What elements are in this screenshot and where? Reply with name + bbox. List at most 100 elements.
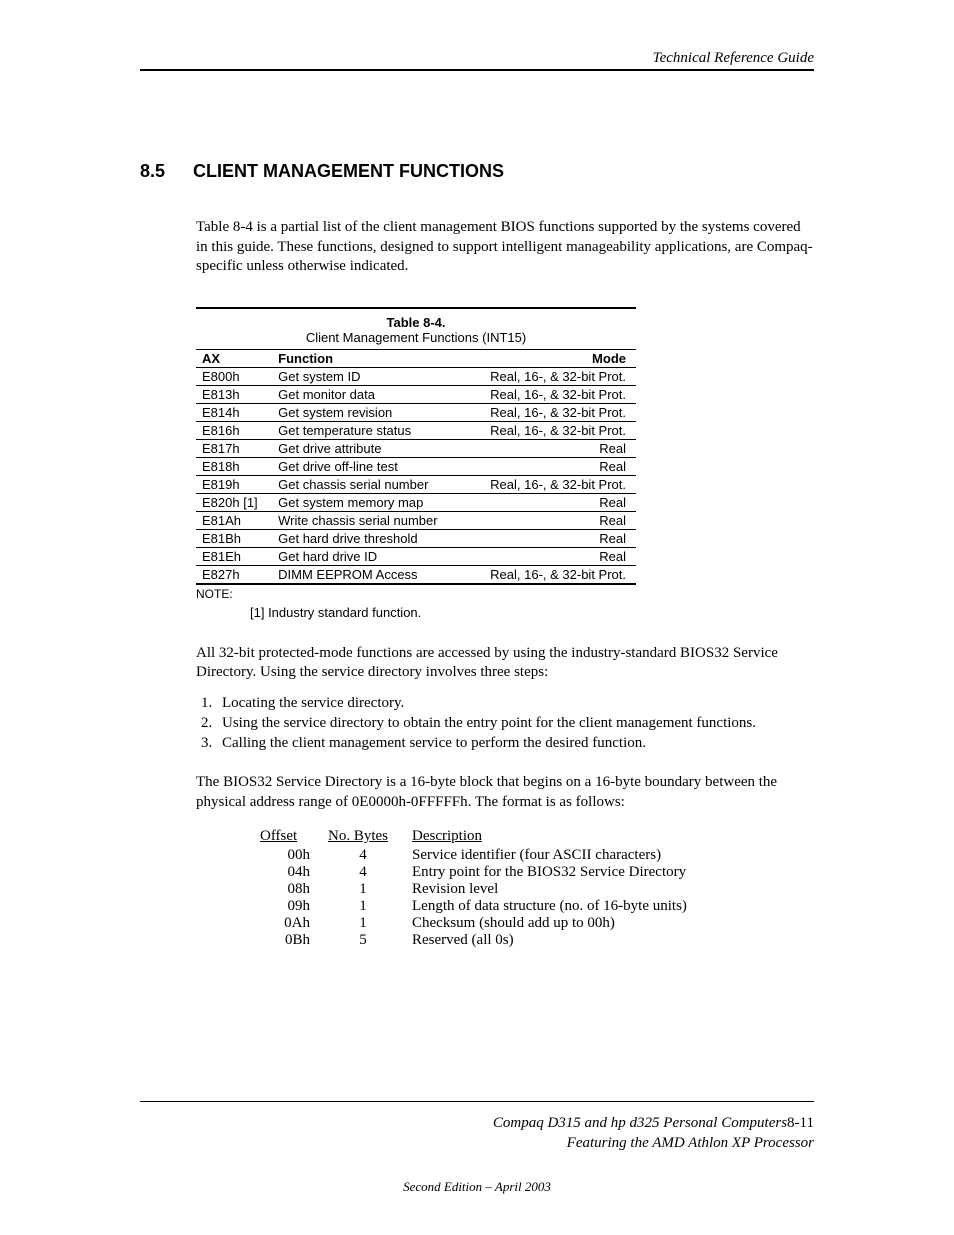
cell-desc: Revision level	[412, 881, 701, 898]
cell-desc: Checksum (should add up to 00h)	[412, 915, 701, 932]
cell-function: Get system ID	[272, 367, 465, 385]
cell-function: Get hard drive threshold	[272, 529, 465, 547]
intro-paragraph: Table 8-4 is a partial list of the clien…	[196, 218, 814, 277]
cell-mode: Real	[465, 511, 636, 529]
table-row: E81EhGet hard drive IDReal	[196, 547, 636, 565]
cell-ax: E819h	[196, 475, 272, 493]
offset-col-desc: Description	[412, 828, 701, 847]
list-item: Using the service directory to obtain th…	[216, 713, 814, 733]
cell-offset: 00h	[260, 847, 328, 864]
list-item: Calling the client management service to…	[216, 733, 814, 753]
cell-ax: E818h	[196, 457, 272, 475]
footer-rule	[140, 1101, 814, 1102]
list-item: Locating the service directory.	[216, 693, 814, 713]
cell-ax: E81Bh	[196, 529, 272, 547]
cell-mode: Real	[465, 493, 636, 511]
footer-line2: Featuring the AMD Athlon XP Processor	[567, 1135, 814, 1151]
table-row: 0Ah1Checksum (should add up to 00h)	[260, 915, 701, 932]
cell-mode: Real	[465, 547, 636, 565]
cell-mode: Real	[465, 529, 636, 547]
cell-function: Get hard drive ID	[272, 547, 465, 565]
table-row: E819hGet chassis serial numberReal, 16-,…	[196, 475, 636, 493]
table-row: 04h4Entry point for the BIOS32 Service D…	[260, 864, 701, 881]
cell-mode: Real, 16-, & 32-bit Prot.	[465, 421, 636, 439]
cell-ax: E827h	[196, 565, 272, 584]
cell-bytes: 1	[328, 881, 412, 898]
header-title: Technical Reference Guide	[653, 50, 814, 66]
cell-mode: Real	[465, 439, 636, 457]
table-row: 00h4Service identifier (four ASCII chara…	[260, 847, 701, 864]
cell-ax: E813h	[196, 385, 272, 403]
table-row: 09h1Length of data structure (no. of 16-…	[260, 898, 701, 915]
table-row: E818hGet drive off-line testReal	[196, 457, 636, 475]
col-ax: AX	[196, 349, 272, 367]
cell-ax: E816h	[196, 421, 272, 439]
cell-mode: Real, 16-, & 32-bit Prot.	[465, 565, 636, 584]
table-row: E800hGet system IDReal, 16-, & 32-bit Pr…	[196, 367, 636, 385]
cell-offset: 09h	[260, 898, 328, 915]
cell-desc: Reserved (all 0s)	[412, 932, 701, 949]
cell-mode: Real	[465, 457, 636, 475]
col-function: Function	[272, 349, 465, 367]
table-row: 0Bh5Reserved (all 0s)	[260, 932, 701, 949]
cell-bytes: 4	[328, 864, 412, 881]
cell-desc: Service identifier (four ASCII character…	[412, 847, 701, 864]
footer-line1a: Compaq D315 and hp d325 Personal Compute…	[493, 1115, 787, 1131]
cell-offset: 0Bh	[260, 932, 328, 949]
table-row: E813hGet monitor dataReal, 16-, & 32-bit…	[196, 385, 636, 403]
cell-offset: 08h	[260, 881, 328, 898]
cell-function: Get drive off-line test	[272, 457, 465, 475]
table-caption: Client Management Functions (INT15)	[196, 330, 636, 349]
header-rule	[140, 69, 814, 71]
offset-table: Offset No. Bytes Description 00h4Service…	[260, 828, 701, 949]
functions-table-wrap: Table 8-4. Client Management Functions (…	[196, 307, 636, 585]
table-row: E820h [1]Get system memory mapReal	[196, 493, 636, 511]
cell-ax: E81Ah	[196, 511, 272, 529]
cell-mode: Real, 16-, & 32-bit Prot.	[465, 367, 636, 385]
cell-ax: E81Eh	[196, 547, 272, 565]
table-row: E816hGet temperature statusReal, 16-, & …	[196, 421, 636, 439]
paragraph-2: All 32-bit protected-mode functions are …	[196, 644, 814, 683]
cell-mode: Real, 16-, & 32-bit Prot.	[465, 385, 636, 403]
table-row: E817hGet drive attributeReal	[196, 439, 636, 457]
cell-function: DIMM EEPROM Access	[272, 565, 465, 584]
cell-function: Get monitor data	[272, 385, 465, 403]
col-mode: Mode	[465, 349, 636, 367]
page-header: Technical Reference Guide	[140, 50, 814, 69]
page-footer: Compaq D315 and hp d325 Personal Compute…	[140, 1101, 814, 1195]
section-title: CLIENT MANAGEMENT FUNCTIONS	[193, 161, 504, 182]
footer-edition: Second Edition – April 2003	[140, 1179, 814, 1195]
cell-bytes: 1	[328, 915, 412, 932]
functions-table: AX Function Mode E800hGet system IDReal,…	[196, 349, 636, 585]
offset-col-offset: Offset	[260, 828, 328, 847]
table-row: E81BhGet hard drive thresholdReal	[196, 529, 636, 547]
table-row: E81AhWrite chassis serial numberReal	[196, 511, 636, 529]
cell-ax: E814h	[196, 403, 272, 421]
cell-function: Get chassis serial number	[272, 475, 465, 493]
cell-mode: Real, 16-, & 32-bit Prot.	[465, 403, 636, 421]
table-note-text: [1] Industry standard function.	[250, 605, 814, 620]
cell-function: Get system revision	[272, 403, 465, 421]
cell-bytes: 5	[328, 932, 412, 949]
cell-desc: Length of data structure (no. of 16-byte…	[412, 898, 701, 915]
steps-list: Locating the service directory.Using the…	[196, 693, 814, 754]
footer-page-number: 8-11	[787, 1115, 814, 1131]
cell-desc: Entry point for the BIOS32 Service Direc…	[412, 864, 701, 881]
section-number: 8.5	[140, 161, 165, 182]
cell-function: Get system memory map	[272, 493, 465, 511]
table-note-label: NOTE:	[196, 587, 814, 601]
paragraph-3: The BIOS32 Service Directory is a 16-byt…	[196, 773, 814, 812]
cell-bytes: 4	[328, 847, 412, 864]
cell-offset: 04h	[260, 864, 328, 881]
cell-function: Write chassis serial number	[272, 511, 465, 529]
cell-ax: E820h [1]	[196, 493, 272, 511]
offset-col-bytes: No. Bytes	[328, 828, 412, 847]
cell-bytes: 1	[328, 898, 412, 915]
table-row: E827hDIMM EEPROM AccessReal, 16-, & 32-b…	[196, 565, 636, 584]
cell-offset: 0Ah	[260, 915, 328, 932]
table-label: Table 8-4.	[196, 309, 636, 330]
table-row: E814hGet system revisionReal, 16-, & 32-…	[196, 403, 636, 421]
cell-ax: E800h	[196, 367, 272, 385]
section-heading: 8.5 CLIENT MANAGEMENT FUNCTIONS	[140, 161, 814, 182]
cell-ax: E817h	[196, 439, 272, 457]
